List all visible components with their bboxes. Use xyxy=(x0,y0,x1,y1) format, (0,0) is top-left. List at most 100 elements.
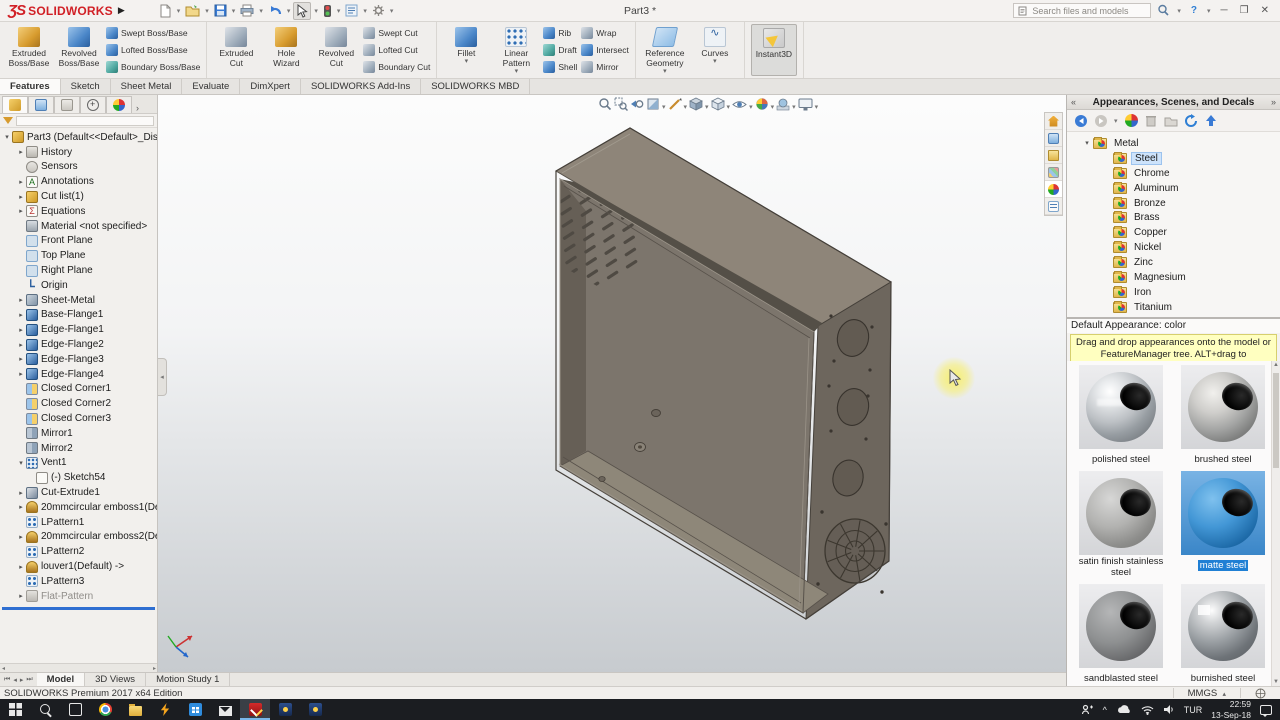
volume-icon[interactable] xyxy=(1163,704,1175,715)
clock[interactable]: 22:5913-Sep-18 xyxy=(1211,699,1251,719)
prev-tab-icon[interactable]: ◂ xyxy=(12,676,18,684)
wrap-button[interactable]: Wrap xyxy=(581,26,629,40)
taskbar-app-start[interactable] xyxy=(0,699,30,720)
taskbar-app-mail[interactable] xyxy=(210,699,240,720)
settings-gear-icon-caret[interactable]: ▾ xyxy=(390,7,394,15)
filter-input[interactable] xyxy=(16,116,154,126)
taskbar-app-chrome[interactable] xyxy=(90,699,120,720)
extruded-boss-base-button[interactable]: Extruded Boss/Base xyxy=(6,24,52,76)
expand-arrow-icon[interactable]: ▸ xyxy=(16,178,26,186)
tree-item-mirror1[interactable]: Mirror1 xyxy=(2,426,157,441)
tree-item-right-plane[interactable]: Right Plane xyxy=(2,263,157,278)
material-nickel[interactable]: Nickel xyxy=(1067,240,1280,255)
options-list-icon[interactable] xyxy=(343,2,360,20)
tree-item-history[interactable]: ▸ History xyxy=(2,145,157,160)
first-tab-icon[interactable]: ⏮ xyxy=(3,676,11,684)
material-chrome[interactable]: Chrome xyxy=(1067,166,1280,181)
side-tab-view-palette[interactable] xyxy=(1045,164,1062,181)
curves-button[interactable]: ∿Curves▾ xyxy=(692,24,738,76)
scroll-right-icon[interactable]: ▸ xyxy=(153,665,156,672)
tree-item--sketch54[interactable]: (-) Sketch54 xyxy=(2,470,157,485)
side-tab-design-library[interactable] xyxy=(1045,130,1062,147)
model-3d-sheet-metal-enclosure[interactable] xyxy=(158,95,1066,672)
hole-wizard-button[interactable]: Hole Wizard xyxy=(263,24,309,76)
save-icon[interactable] xyxy=(212,2,229,20)
tree-horizontal-scrollbar[interactable]: ◂▸ xyxy=(0,663,158,672)
wifi-icon[interactable] xyxy=(1141,705,1154,715)
taskbar-app-file-explorer[interactable] xyxy=(120,699,150,720)
appearance-ball-icon[interactable] xyxy=(1124,113,1139,128)
new-document-icon-caret[interactable]: ▾ xyxy=(177,7,181,15)
fm-tab-propertymanager-icon[interactable] xyxy=(28,96,54,113)
taskbar-app-lightning-app[interactable] xyxy=(150,699,180,720)
expand-arrow-icon[interactable]: ▸ xyxy=(16,533,26,541)
tree-item-closed-corner3[interactable]: Closed Corner3 xyxy=(2,411,157,426)
tree-item-edge-flange2[interactable]: ▸ Edge-Flange2 xyxy=(2,337,157,352)
boundary-boss-base-button[interactable]: Boundary Boss/Base xyxy=(106,60,200,74)
chevron-up-icon[interactable]: ^ xyxy=(1103,705,1107,715)
scroll-down-icon[interactable]: ▼ xyxy=(1272,679,1280,685)
expand-arrow-icon[interactable]: ▸ xyxy=(16,148,26,156)
undo-icon[interactable] xyxy=(266,2,284,20)
panel-collapse-handle[interactable]: ◂ xyxy=(158,358,167,396)
people-icon[interactable] xyxy=(1081,704,1094,716)
tree-item-closed-corner1[interactable]: Closed Corner1 xyxy=(2,382,157,397)
tab-model[interactable]: Model xyxy=(37,673,85,686)
tab-solidworks-mbd[interactable]: SOLIDWORKS MBD xyxy=(421,79,530,94)
revolved-boss-base-button[interactable]: Revolved Boss/Base xyxy=(56,24,102,76)
tree-item-closed-corner2[interactable]: Closed Corner2 xyxy=(2,396,157,411)
back-icon[interactable] xyxy=(1073,113,1088,128)
scroll-up-icon[interactable]: ▲ xyxy=(1272,362,1280,368)
tree-item-edge-flange4[interactable]: ▸ Edge-Flange4 xyxy=(2,367,157,382)
linear-pattern-button[interactable]: Linear Pattern▾ xyxy=(493,24,539,76)
side-tab-custom-properties[interactable] xyxy=(1045,198,1062,215)
material-titanium[interactable]: Titanium xyxy=(1067,300,1280,315)
task-pane-scrollbar[interactable]: ▲ ▼ xyxy=(1271,361,1280,686)
material-brass[interactable]: Brass xyxy=(1067,210,1280,225)
forward-icon[interactable] xyxy=(1093,113,1108,128)
logo-expand-arrow[interactable]: ▶ xyxy=(118,5,125,16)
taskbar-app-search[interactable] xyxy=(30,699,60,720)
tree-item-front-plane[interactable]: Front Plane xyxy=(2,234,157,249)
history-caret-icon[interactable]: ▾ xyxy=(1114,117,1118,125)
scrollbar-thumb[interactable] xyxy=(1273,373,1279,468)
status-globe-icon[interactable] xyxy=(1255,688,1266,699)
settings-gear-icon[interactable] xyxy=(370,2,387,20)
tab-evaluate[interactable]: Evaluate xyxy=(182,79,240,94)
tree-item-lpattern3[interactable]: LPattern3 xyxy=(2,574,157,589)
tree-item-cut-extrude1[interactable]: ▸ Cut-Extrude1 xyxy=(2,485,157,500)
draft-button[interactable]: Draft xyxy=(543,43,577,57)
scroll-left-icon[interactable]: ◂ xyxy=(2,665,5,672)
units-selector[interactable]: MMGS ▴ xyxy=(1188,688,1226,699)
tree-root-part3[interactable]: ▾ Part3 (Default<<Default>_Display State xyxy=(2,130,157,145)
minimize-button[interactable]: ─ xyxy=(1218,5,1231,16)
tree-item-sensors[interactable]: Sensors xyxy=(2,160,157,175)
tree-item-mirror2[interactable]: Mirror2 xyxy=(2,441,157,456)
action-center-icon[interactable] xyxy=(1260,705,1272,715)
undo-icon-caret[interactable]: ▾ xyxy=(287,7,291,15)
flyout-caret-icon[interactable]: ▾ xyxy=(515,69,519,74)
tree-filter[interactable] xyxy=(0,114,157,128)
thumbnail-matte-steel[interactable]: matte steel xyxy=(1176,471,1270,580)
mirror-button[interactable]: Mirror xyxy=(581,60,629,74)
search-icon[interactable] xyxy=(1157,4,1170,17)
material-bronze[interactable]: Bronze xyxy=(1067,196,1280,211)
taskbar-app-sw-tool-2[interactable] xyxy=(300,699,330,720)
expand-arrow-icon[interactable]: ▸ xyxy=(16,355,26,363)
tree-item-origin[interactable]: Ⅼ Origin xyxy=(2,278,157,293)
thumbnail-sandblasted-steel[interactable]: sandblasted steel xyxy=(1074,584,1168,686)
expand-arrow-icon[interactable]: ▸ xyxy=(16,489,26,497)
extruded-cut-button[interactable]: Extruded Cut xyxy=(213,24,259,76)
shell-button[interactable]: Shell xyxy=(543,60,577,74)
print-icon-caret[interactable]: ▾ xyxy=(259,7,263,15)
rebuild-traffic-light-icon-caret[interactable]: ▾ xyxy=(337,7,341,15)
tree-item-vent1[interactable]: ▾ Vent1 xyxy=(2,456,157,471)
rib-button[interactable]: Rib xyxy=(543,26,577,40)
tab-features[interactable]: Features xyxy=(0,79,61,94)
language-indicator[interactable]: TUR xyxy=(1184,705,1203,715)
fm-tab-dimxpertmanager-icon[interactable] xyxy=(80,96,106,113)
lofted-cut-button[interactable]: Lofted Cut xyxy=(363,43,430,57)
side-tab-home[interactable] xyxy=(1045,113,1062,130)
tree-item-material-not-specified-[interactable]: Material <not specified> xyxy=(2,219,157,234)
instant3d-button[interactable]: Instant3D xyxy=(751,24,797,76)
